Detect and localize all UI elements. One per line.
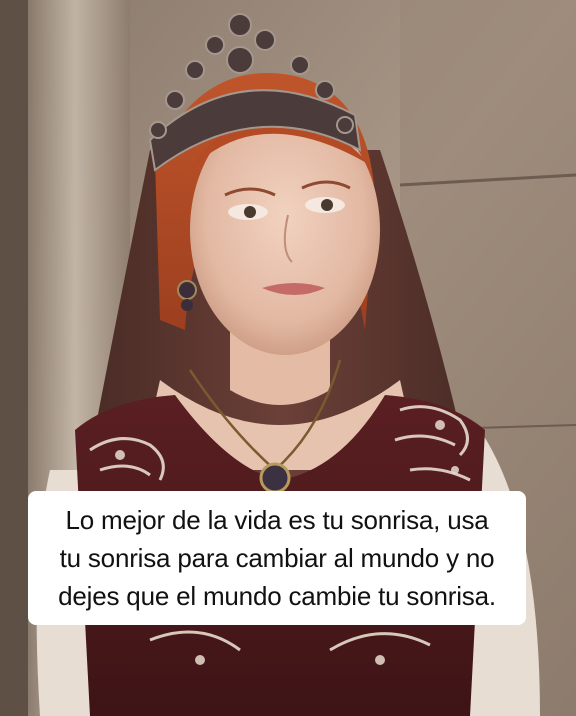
caption-line-2: tu sonrisa para cambiar al mundo y no [59,543,495,573]
caption-line-3: dejes que el mundo cambie tu sonrisa. [58,581,496,611]
caption-box: Lo mejor de la vida es tu sonrisa, usa t… [28,491,526,625]
caption-line-1: Lo mejor de la vida es tu sonrisa, usa [65,505,489,535]
video-frame: Lo mejor de la vida es tu sonrisa, usa t… [0,0,576,716]
